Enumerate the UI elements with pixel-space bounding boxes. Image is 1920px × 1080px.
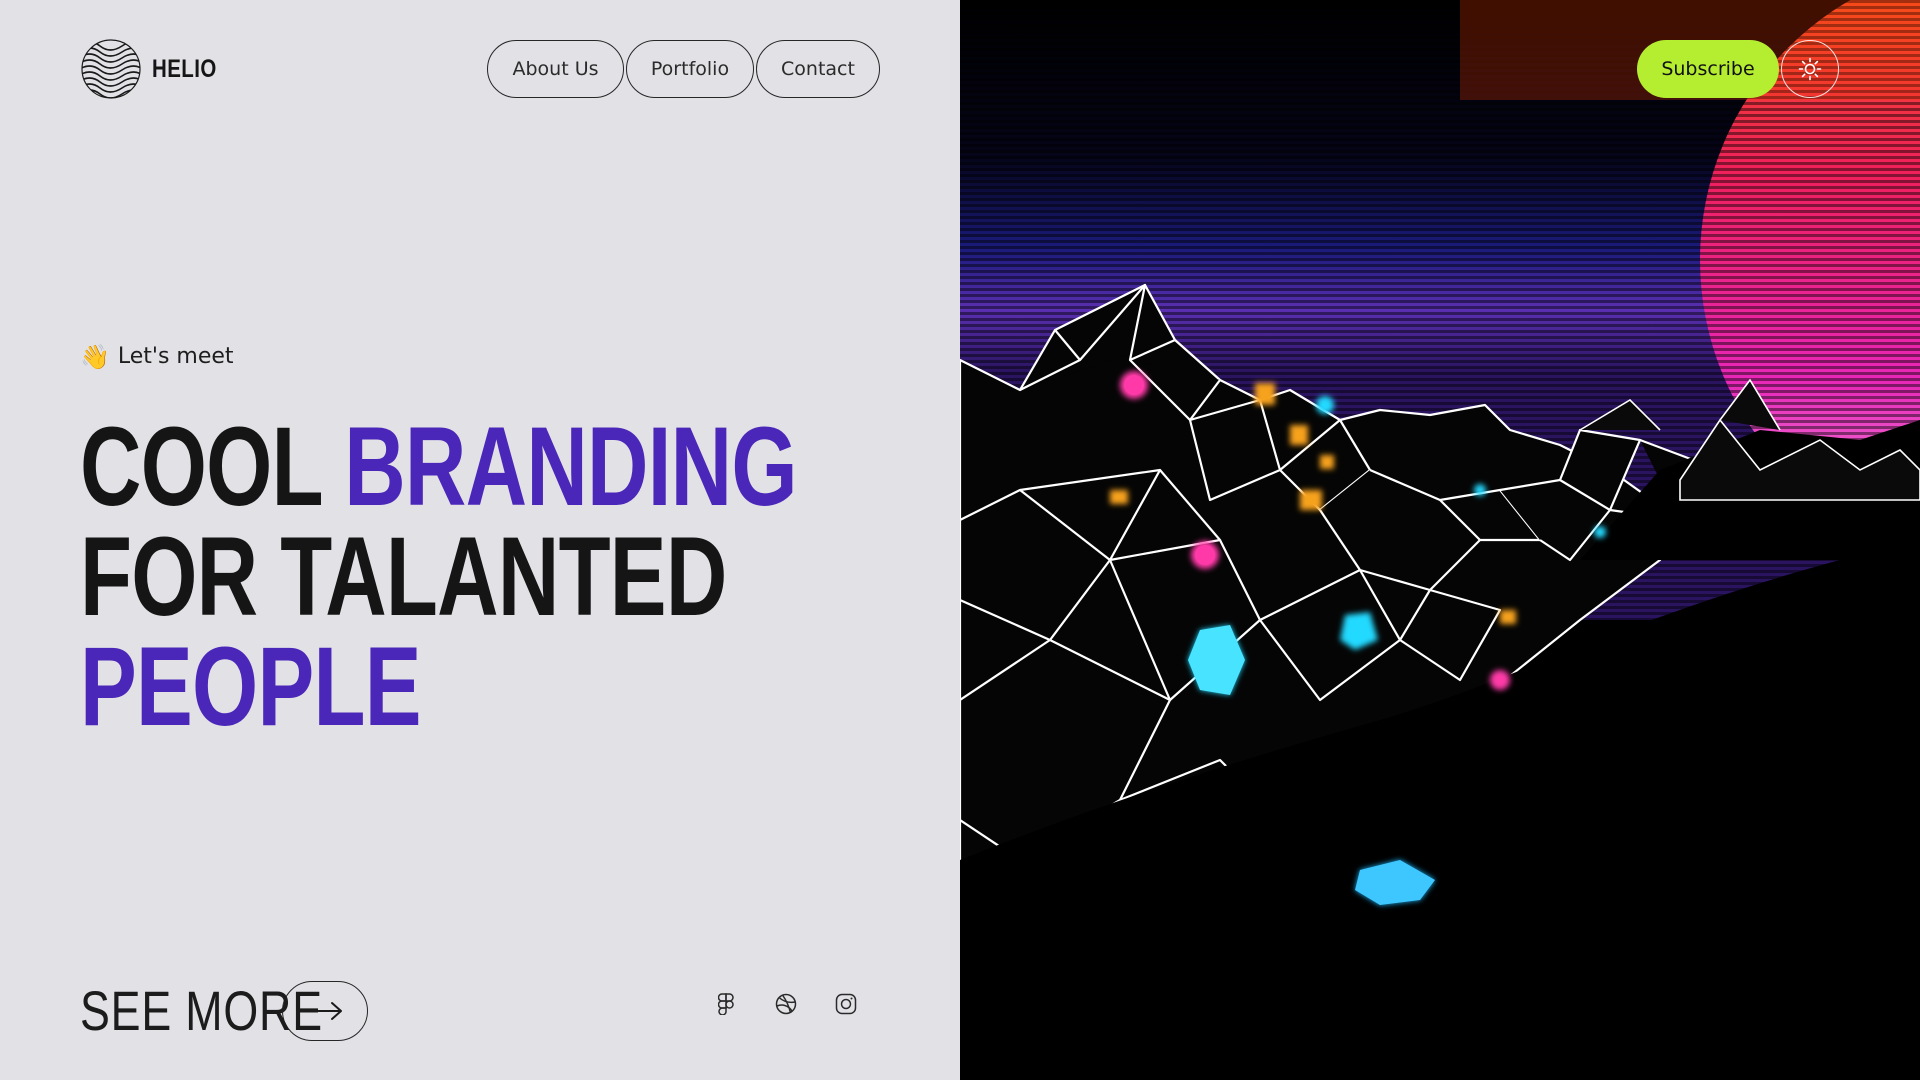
hero-headline: COOL BRANDING FOR TALANTED PEOPLE <box>80 411 798 749</box>
theme-toggle-button[interactable] <box>1781 40 1839 98</box>
nav-portfolio[interactable]: Portfolio <box>626 40 754 98</box>
hero-visual <box>960 0 1920 1080</box>
synthwave-wireframe-mountains-image <box>960 0 1920 1080</box>
instagram-link[interactable] <box>834 992 858 1016</box>
see-more-label: SEE MORE <box>80 979 323 1042</box>
wavy-globe-logo-icon <box>81 39 141 99</box>
dribbble-icon <box>775 993 797 1015</box>
headline-word-cool: COOL <box>80 404 345 529</box>
headline-line-3: PEOPLE <box>80 624 422 749</box>
social-links <box>714 992 858 1016</box>
brand-name: HELIO <box>152 54 217 83</box>
waving-hand-icon: 👋 <box>80 342 110 371</box>
headline-line-1: COOL BRANDING <box>80 411 798 523</box>
nav-about-us[interactable]: About Us <box>487 40 624 98</box>
left-panel: HELIO About Us Portfolio Contact 👋 Let's… <box>0 0 960 1080</box>
instagram-icon <box>835 993 857 1015</box>
figma-link[interactable] <box>714 992 738 1016</box>
subscribe-button[interactable]: Subscribe <box>1637 40 1779 98</box>
see-more-cta: SEE MORE <box>80 978 368 1043</box>
brand-logo[interactable]: HELIO <box>80 38 231 100</box>
kicker-text: Let's meet <box>117 344 234 369</box>
dribbble-link[interactable] <box>774 992 798 1016</box>
hero-kicker: 👋 Let's meet <box>80 344 234 369</box>
figma-icon <box>718 993 734 1015</box>
main-nav: About Us Portfolio Contact <box>487 40 880 98</box>
headline-line-2: FOR TALANTED <box>80 514 727 639</box>
sun-icon <box>1798 57 1822 81</box>
headline-word-branding: BRANDING <box>344 404 797 529</box>
nav-contact[interactable]: Contact <box>756 40 880 98</box>
